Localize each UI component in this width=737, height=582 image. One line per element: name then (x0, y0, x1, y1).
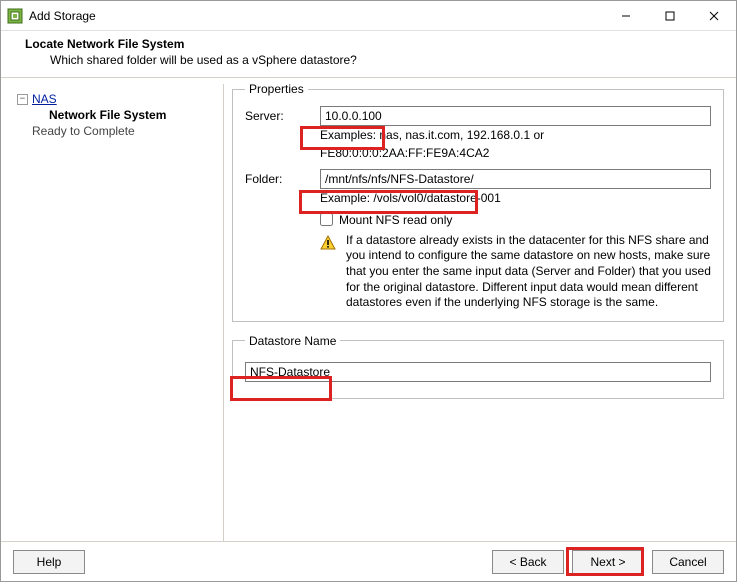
next-button[interactable]: Next > (572, 550, 644, 574)
wizard-main: Properties Server: Examples: nas, nas.it… (224, 78, 736, 543)
minimize-button[interactable] (604, 1, 648, 31)
mount-ro-label: Mount NFS read only (339, 213, 452, 227)
mount-ro-row: Mount NFS read only (320, 213, 711, 227)
server-input[interactable] (320, 106, 711, 126)
datastore-name-legend: Datastore Name (245, 334, 340, 348)
help-button[interactable]: Help (13, 550, 85, 574)
cancel-button[interactable]: Cancel (652, 550, 724, 574)
wizard-footer: Help < Back Next > Cancel (1, 541, 736, 581)
mount-ro-checkbox[interactable] (320, 213, 333, 226)
close-button[interactable] (692, 1, 736, 31)
sidebar-item-nas[interactable]: − NAS (17, 92, 215, 106)
warning-text: If a datastore already exists in the dat… (346, 233, 711, 311)
folder-hint: Example: /vols/vol0/datastore-001 (320, 191, 711, 207)
tree-collapse-icon[interactable]: − (17, 94, 28, 105)
maximize-button[interactable] (648, 1, 692, 31)
wizard-header: Locate Network File System Which shared … (1, 31, 736, 78)
sidebar-item-ready-to-complete: Ready to Complete (32, 124, 215, 138)
app-icon (7, 8, 23, 24)
folder-row: Folder: Example: /vols/vol0/datastore-00… (245, 169, 711, 207)
sidebar-item-network-file-system[interactable]: Network File System (49, 108, 215, 122)
properties-fieldset: Properties Server: Examples: nas, nas.it… (232, 82, 724, 322)
server-label: Server: (245, 106, 320, 123)
wizard-sidebar: − NAS Network File System Ready to Compl… (9, 84, 224, 543)
folder-input[interactable] (320, 169, 711, 189)
window-title: Add Storage (29, 9, 604, 23)
sidebar-item-label: Network File System (49, 108, 166, 122)
datastore-name-fieldset: Datastore Name (232, 334, 724, 399)
window-buttons (604, 1, 736, 31)
warning-icon (320, 235, 336, 254)
properties-legend: Properties (245, 82, 308, 96)
warning-row: If a datastore already exists in the dat… (320, 233, 711, 311)
wizard-content: − NAS Network File System Ready to Compl… (1, 78, 736, 543)
server-row: Server: Examples: nas, nas.it.com, 192.1… (245, 106, 711, 161)
title-bar: Add Storage (1, 1, 736, 31)
back-button[interactable]: < Back (492, 550, 564, 574)
page-title: Locate Network File System (25, 37, 718, 51)
server-hint-line1: Examples: nas, nas.it.com, 192.168.0.1 o… (320, 128, 711, 144)
datastore-name-input[interactable] (245, 362, 711, 382)
server-hint-line2: FE80:0:0:0:2AA:FF:FE9A:4CA2 (320, 146, 711, 162)
folder-label: Folder: (245, 169, 320, 186)
sidebar-item-label[interactable]: NAS (32, 92, 57, 106)
sidebar-item-label: Ready to Complete (32, 124, 135, 138)
page-subtitle: Which shared folder will be used as a vS… (50, 53, 718, 67)
